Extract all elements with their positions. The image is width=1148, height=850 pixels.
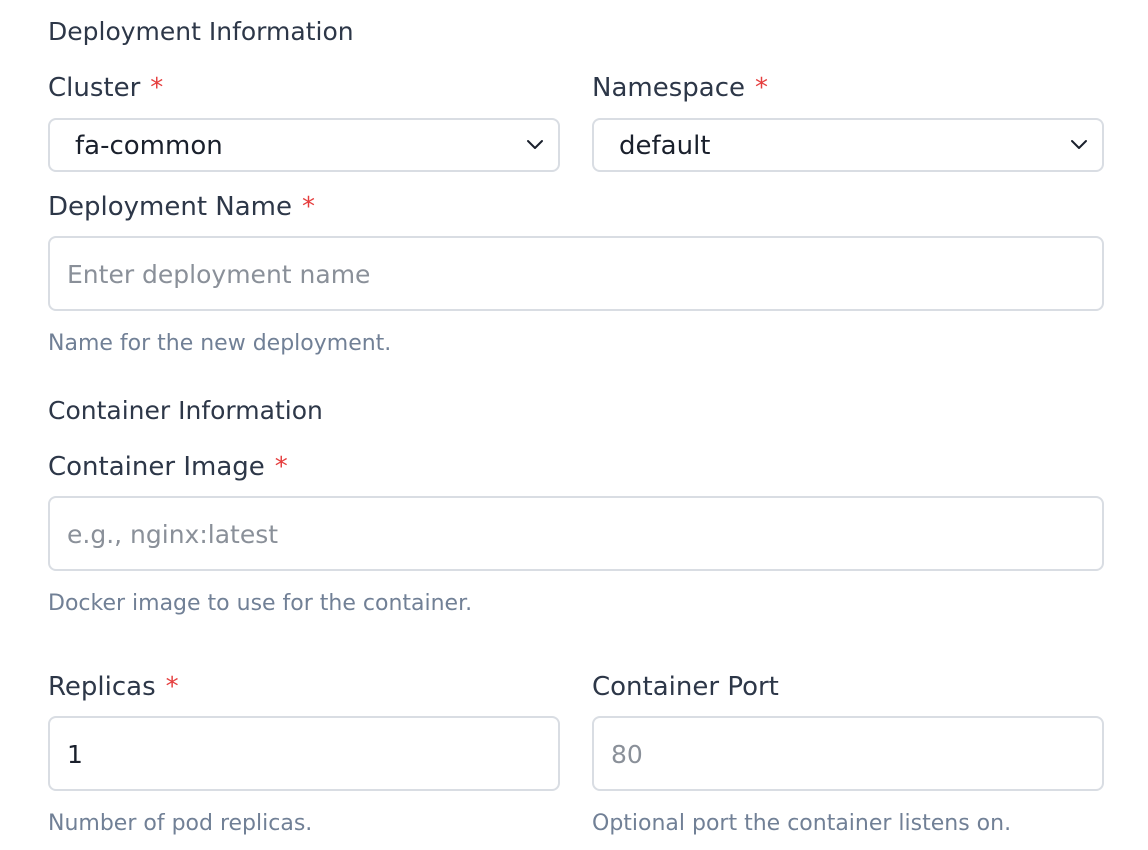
container-port-label-text: Container Port — [592, 672, 779, 702]
cluster-selected-value: fa-common — [75, 131, 223, 161]
cluster-label: Cluster * — [48, 73, 163, 103]
container-port-placeholder: 80 — [611, 740, 643, 769]
deployment-name-placeholder: Enter deployment name — [67, 260, 371, 289]
namespace-selected-value: default — [619, 131, 711, 161]
container-image-help: Docker image to use for the container. — [48, 591, 473, 616]
chevron-down-icon — [527, 140, 543, 149]
deployment-name-help: Name for the new deployment. — [48, 331, 392, 356]
deployment-name-label: Deployment Name * — [48, 192, 315, 222]
container-image-label: Container Image * — [48, 452, 288, 482]
container-image-label-text: Container Image — [48, 452, 265, 482]
cluster-select[interactable]: fa-common — [48, 118, 560, 172]
container-image-input[interactable]: e.g., nginx:latest — [48, 496, 1104, 571]
deployment-information-heading: Deployment Information — [48, 17, 354, 46]
chevron-down-icon — [1071, 140, 1087, 149]
required-asterisk: * — [274, 452, 288, 482]
container-image-placeholder: e.g., nginx:latest — [67, 520, 279, 549]
cluster-label-text: Cluster — [48, 73, 141, 103]
namespace-label: Namespace * — [592, 73, 768, 103]
replicas-label: Replicas * — [48, 672, 179, 702]
required-asterisk: * — [754, 73, 768, 103]
replicas-value: 1 — [67, 740, 83, 769]
required-asterisk: * — [302, 192, 316, 222]
container-port-input[interactable]: 80 — [592, 716, 1104, 791]
deployment-name-label-text: Deployment Name — [48, 192, 293, 222]
container-port-help: Optional port the container listens on. — [592, 811, 1012, 836]
deployment-name-input[interactable]: Enter deployment name — [48, 236, 1104, 311]
required-asterisk: * — [150, 73, 164, 103]
deployment-form: Deployment Information Cluster * fa-commo… — [0, 0, 1148, 850]
container-port-label: Container Port — [592, 672, 779, 702]
container-information-heading: Container Information — [48, 396, 323, 425]
required-asterisk: * — [165, 672, 179, 702]
replicas-label-text: Replicas — [48, 672, 156, 702]
replicas-input[interactable]: 1 — [48, 716, 560, 791]
replicas-help: Number of pod replicas. — [48, 811, 313, 836]
namespace-select[interactable]: default — [592, 118, 1104, 172]
namespace-label-text: Namespace — [592, 73, 745, 103]
